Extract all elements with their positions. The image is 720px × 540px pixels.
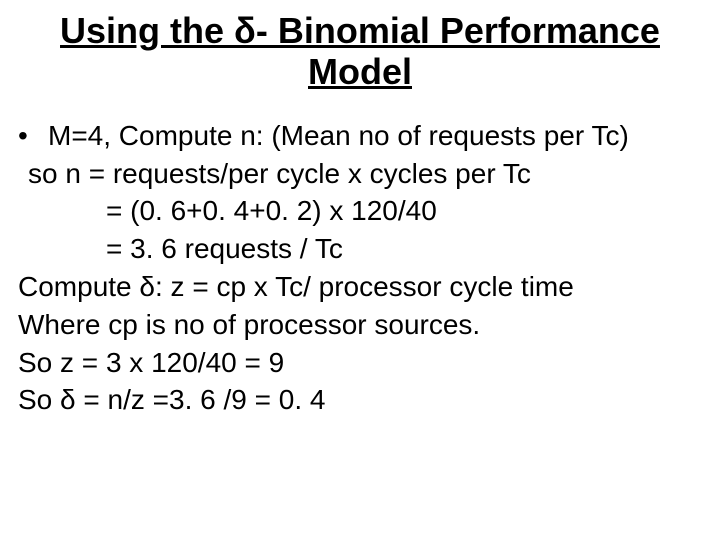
bullet-line: • M=4, Compute n: (Mean no of requests p… xyxy=(18,117,702,155)
line-where-cp: Where cp is no of processor sources. xyxy=(18,306,702,344)
line-eq1: = (0. 6+0. 4+0. 2) x 120/40 xyxy=(18,192,702,230)
slide: Using the δ- Binomial Performance Model … xyxy=(0,0,720,437)
line-compute-delta: Compute δ: z = cp x Tc/ processor cycle … xyxy=(18,268,702,306)
line-eq2: = 3. 6 requests / Tc xyxy=(18,230,702,268)
line-so-n: so n = requests/per cycle x cycles per T… xyxy=(18,155,702,193)
slide-body: • M=4, Compute n: (Mean no of requests p… xyxy=(18,117,702,419)
bullet-marker-icon: • xyxy=(18,117,48,155)
line-so-delta: So δ = n/z =3. 6 /9 = 0. 4 xyxy=(18,381,702,419)
bullet-text: M=4, Compute n: (Mean no of requests per… xyxy=(48,117,629,155)
line-so-z: So z = 3 x 120/40 = 9 xyxy=(18,344,702,382)
slide-title: Using the δ- Binomial Performance Model xyxy=(18,10,702,93)
